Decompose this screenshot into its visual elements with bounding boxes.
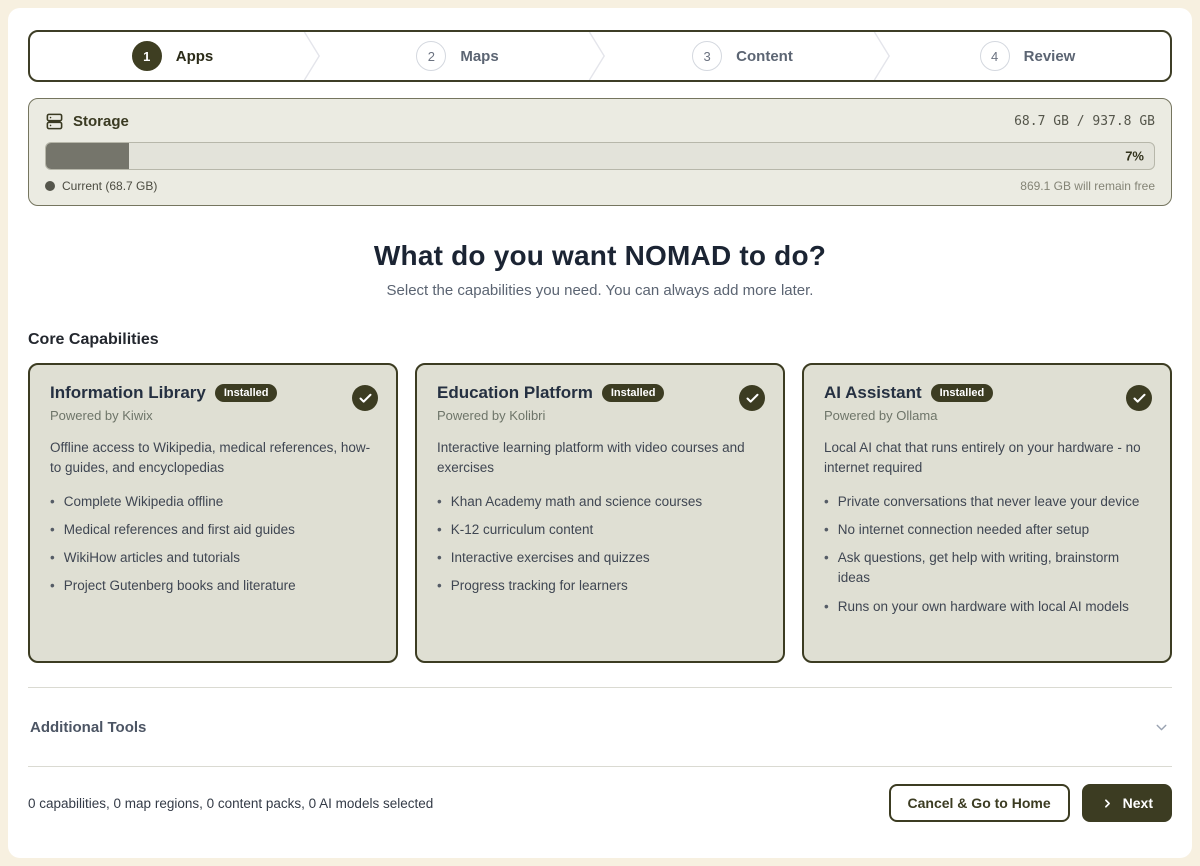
step-apps-label: Apps — [176, 48, 214, 65]
card-title: AI Assistant — [824, 383, 922, 403]
card-ai-assistant[interactable]: AI Assistant Installed Powered by Ollama… — [802, 363, 1172, 663]
storage-percent-label: 7% — [1125, 149, 1144, 164]
feature-item: •Project Gutenberg books and literature — [50, 576, 376, 596]
card-powered-by: Powered by Kolibri — [437, 408, 763, 423]
step-apps-number: 1 — [132, 41, 162, 71]
storage-panel: Storage 68.7 GB / 937.8 GB 7% Current (6… — [28, 98, 1172, 206]
step-content[interactable]: 3 Content — [600, 32, 885, 80]
card-title: Information Library — [50, 383, 206, 403]
step-apps[interactable]: 1 Apps — [30, 32, 315, 80]
feature-item: •Progress tracking for learners — [437, 576, 763, 596]
card-description: Offline access to Wikipedia, medical ref… — [50, 438, 376, 479]
next-button-label: Next — [1123, 795, 1153, 811]
card-education-platform[interactable]: Education Platform Installed Powered by … — [415, 363, 785, 663]
card-description: Interactive learning platform with video… — [437, 438, 763, 479]
check-circle-icon — [352, 385, 378, 411]
feature-item: •K-12 curriculum content — [437, 520, 763, 540]
setup-wizard-panel: 1 Apps 2 Maps 3 Content 4 Review — [8, 8, 1192, 858]
additional-tools-toggle[interactable]: Additional Tools — [28, 688, 1172, 766]
legend-current-label: Current (68.7 GB) — [62, 179, 157, 193]
storage-remaining-label: 869.1 GB will remain free — [1020, 179, 1155, 193]
step-review[interactable]: 4 Review — [885, 32, 1170, 80]
feature-item: •WikiHow articles and tutorials — [50, 548, 376, 568]
additional-tools-label: Additional Tools — [30, 719, 146, 736]
card-powered-by: Powered by Ollama — [824, 408, 1150, 423]
legend-current-dot — [45, 181, 55, 191]
storage-progress-bar: 7% — [45, 142, 1155, 170]
check-circle-icon — [739, 385, 765, 411]
step-review-number: 4 — [980, 41, 1010, 71]
feature-item: •Interactive exercises and quizzes — [437, 548, 763, 568]
installed-badge: Installed — [931, 384, 994, 402]
storage-progress-fill — [46, 143, 129, 169]
feature-item: •Complete Wikipedia offline — [50, 492, 376, 512]
card-description: Local AI chat that runs entirely on your… — [824, 438, 1150, 479]
feature-item: •Private conversations that never leave … — [824, 492, 1150, 512]
card-information-library[interactable]: Information Library Installed Powered by… — [28, 363, 398, 663]
chevron-down-icon — [1153, 719, 1170, 736]
card-powered-by: Powered by Kiwix — [50, 408, 376, 423]
step-maps-label: Maps — [460, 48, 498, 65]
wizard-stepper: 1 Apps 2 Maps 3 Content 4 Review — [28, 30, 1172, 82]
card-title: Education Platform — [437, 383, 593, 403]
next-button[interactable]: Next — [1082, 784, 1172, 822]
core-capabilities-heading: Core Capabilities — [28, 331, 1172, 349]
installed-badge: Installed — [215, 384, 278, 402]
page-subtitle: Select the capabilities you need. You ca… — [28, 282, 1172, 299]
feature-item: •Khan Academy math and science courses — [437, 492, 763, 512]
step-maps-number: 2 — [416, 41, 446, 71]
feature-item: •No internet connection needed after set… — [824, 520, 1150, 540]
feature-item: •Ask questions, get help with writing, b… — [824, 548, 1150, 589]
cancel-button[interactable]: Cancel & Go to Home — [889, 784, 1070, 822]
storage-title: Storage — [73, 113, 129, 130]
installed-badge: Installed — [602, 384, 665, 402]
step-content-label: Content — [736, 48, 793, 65]
hard-drive-stack-icon — [45, 112, 64, 131]
chevron-right-icon — [1101, 797, 1114, 810]
step-maps[interactable]: 2 Maps — [315, 32, 600, 80]
selection-summary: 0 capabilities, 0 map regions, 0 content… — [28, 796, 433, 811]
check-circle-icon — [1126, 385, 1152, 411]
step-review-label: Review — [1024, 48, 1076, 65]
capability-cards: Information Library Installed Powered by… — [28, 363, 1172, 663]
feature-item: •Medical references and first aid guides — [50, 520, 376, 540]
feature-item: •Runs on your own hardware with local AI… — [824, 597, 1150, 617]
step-content-number: 3 — [692, 41, 722, 71]
page-title: What do you want NOMAD to do? — [28, 240, 1172, 272]
storage-usage-text: 68.7 GB / 937.8 GB — [1014, 114, 1155, 129]
